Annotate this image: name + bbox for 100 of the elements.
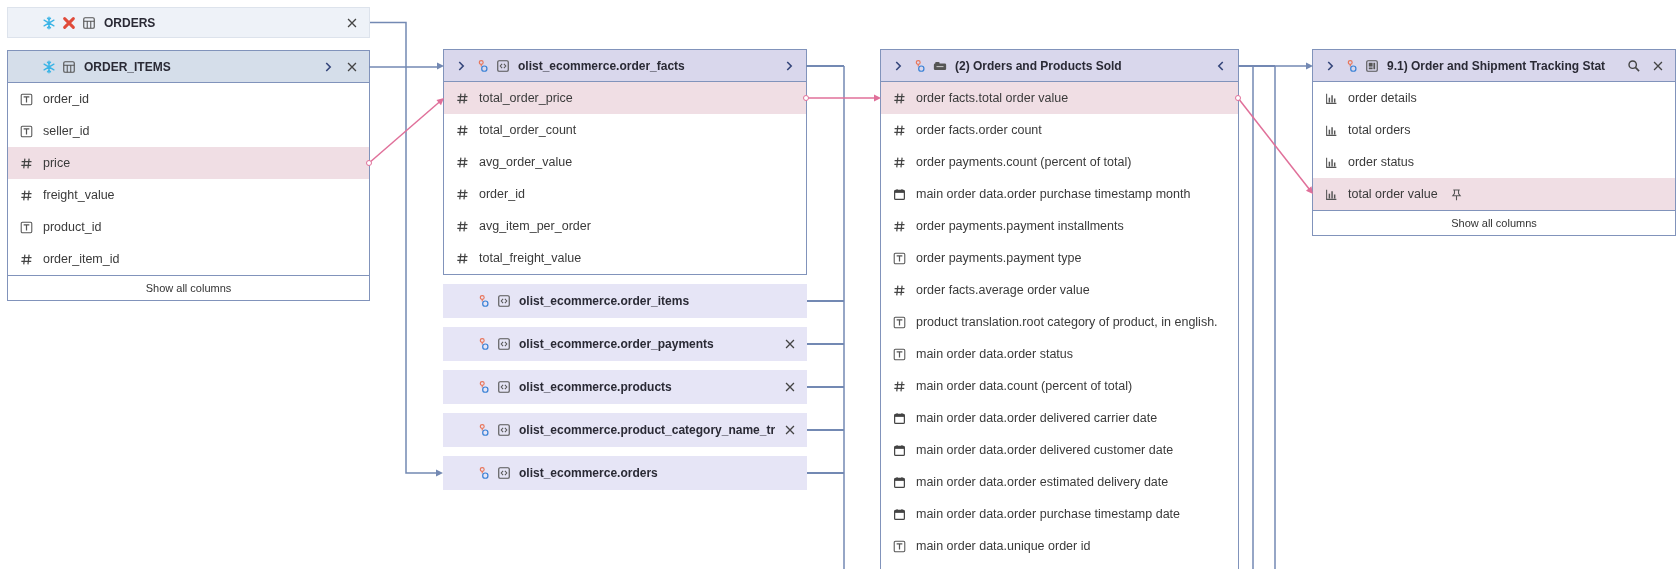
column-name: order facts.total order value	[916, 91, 1069, 105]
column-name: freight_value	[43, 188, 115, 202]
column-name: order status	[1348, 155, 1414, 169]
node-header[interactable]: 9.1) Order and Shipment Tracking Stat	[1313, 50, 1675, 82]
number-type-icon	[456, 91, 469, 105]
number-type-icon	[20, 252, 33, 266]
nodes-icon	[1345, 58, 1359, 73]
column-row[interactable]: order payments.payment installments	[881, 210, 1238, 242]
column-name: main order data.order purchase timestamp date	[916, 507, 1181, 521]
column-name: order_id	[479, 187, 525, 201]
column-name: main order data.order purchase timestamp month	[916, 187, 1191, 201]
node-title: olist_ecommerce.product_category_name_tr	[519, 423, 775, 437]
column-row[interactable]: total_order_count	[444, 114, 806, 146]
code-icon	[497, 466, 511, 480]
column-row[interactable]: total orders	[1313, 114, 1675, 146]
column-name: order payments.payment installments	[916, 219, 1124, 233]
column-row[interactable]: product_id	[8, 211, 369, 243]
node-title: olist_ecommerce.order_facts	[518, 58, 686, 73]
number-type-icon	[893, 219, 906, 233]
column-name: avg_item_per_order	[479, 219, 591, 233]
bar-chart-icon	[1325, 91, 1338, 105]
column-row[interactable]: product translation.root category of product, in english.	[881, 306, 1238, 338]
node-header[interactable]: olist_ecommerce.products	[443, 370, 807, 404]
column-name: total_order_price	[479, 91, 573, 105]
column-row[interactable]: order payments.count (percent of total)	[881, 146, 1238, 178]
column-row[interactable]: main order data.order purchase timestamp date	[881, 498, 1238, 530]
column-row[interactable]: order facts.average order value	[881, 274, 1238, 306]
calendar-icon	[893, 475, 906, 489]
node-header[interactable]: ORDERS	[7, 7, 370, 38]
column-row[interactable]: main order data.order delivered customer date	[881, 434, 1238, 466]
column-row[interactable]: main order data.order estimated delivery date	[881, 466, 1238, 498]
nodes-icon	[477, 294, 491, 308]
column-row[interactable]: main order data.count (percent of total)	[881, 370, 1238, 402]
node-header[interactable]: olist_ecommerce.order_facts	[444, 50, 806, 82]
column-row[interactable]: order payments.payment type	[881, 242, 1238, 274]
column-row[interactable]: order_id	[8, 83, 369, 115]
column-row[interactable]: total order value	[1313, 178, 1675, 210]
column-name: main order data.order estimated delivery date	[916, 475, 1169, 489]
text-type-icon	[893, 539, 906, 553]
column-row[interactable]: seller_id	[8, 115, 369, 147]
code-icon	[497, 423, 511, 437]
column-row[interactable]: order facts.order count	[881, 114, 1238, 146]
column-name: main order data.count (percent of total)	[916, 379, 1133, 393]
column-name: main order data.unique order id	[916, 539, 1091, 553]
table-icon	[82, 15, 96, 30]
column-row[interactable]: main order data.order status	[881, 338, 1238, 370]
code-icon	[497, 380, 511, 394]
number-type-icon	[893, 283, 906, 297]
column-row[interactable]: main order data.unique order id	[881, 530, 1238, 562]
calendar-icon	[893, 507, 906, 521]
node-header[interactable]: olist_ecommerce.product_category_name_tr	[443, 413, 807, 447]
column-row[interactable]: avg_item_per_order	[444, 210, 806, 242]
column-row[interactable]: order_item_id	[8, 243, 369, 275]
close-icon	[783, 423, 797, 437]
column-row[interactable]: order facts.total order value	[881, 82, 1238, 114]
column-name: total order value	[1348, 187, 1438, 201]
column-row[interactable]: total_freight_value	[444, 242, 806, 274]
number-type-icon	[456, 219, 469, 233]
column-row[interactable]: order status	[1313, 146, 1675, 178]
number-type-icon	[893, 91, 906, 105]
text-type-icon	[893, 347, 906, 361]
search-icon	[1627, 58, 1641, 73]
number-type-icon	[20, 188, 33, 202]
number-type-icon	[456, 187, 469, 201]
column-name: main order data.order status	[916, 347, 1074, 361]
number-type-icon	[893, 155, 906, 169]
text-type-icon	[20, 92, 33, 106]
nodes-icon	[477, 337, 491, 351]
column-name: price	[43, 156, 71, 170]
column-row[interactable]: avg_order_value	[444, 146, 806, 178]
column-row[interactable]: total_order_price	[444, 82, 806, 114]
nodes-icon	[477, 380, 491, 394]
column-row[interactable]: freight_value	[8, 179, 369, 211]
column-row[interactable]: order_id	[444, 178, 806, 210]
text-type-icon	[893, 251, 906, 265]
column-name: main order data.order delivered carrier date	[916, 411, 1158, 425]
node-title: 9.1) Order and Shipment Tracking Stat	[1387, 58, 1607, 73]
column-row[interactable]: order details	[1313, 82, 1675, 114]
node-header[interactable]: olist_ecommerce.order_items	[443, 284, 807, 318]
nodes-icon	[913, 58, 927, 73]
node-header[interactable]: olist_ecommerce.orders	[443, 456, 807, 490]
number-type-icon	[893, 379, 906, 393]
calendar-icon	[893, 443, 906, 457]
calendar-icon	[893, 187, 906, 201]
node-title: olist_ecommerce.order_payments	[519, 337, 715, 351]
node-header[interactable]: olist_ecommerce.order_payments	[443, 327, 807, 361]
column-row[interactable]: price	[8, 147, 369, 179]
bar-chart-icon	[1325, 123, 1338, 137]
column-name: order facts.average order value	[916, 283, 1090, 297]
snowflake-icon	[42, 59, 56, 74]
column-name: seller_id	[43, 124, 90, 138]
column-row[interactable]: main order data.order delivered carrier date	[881, 402, 1238, 434]
text-type-icon	[20, 124, 33, 138]
calendar-icon	[893, 411, 906, 425]
number-type-icon	[456, 123, 469, 137]
table-icon	[62, 59, 76, 74]
node-header[interactable]: (2) Orders and Products Sold	[881, 50, 1238, 82]
node-header[interactable]: ORDER_ITEMS	[8, 51, 369, 83]
column-row[interactable]: main order data.order purchase timestamp month	[881, 178, 1238, 210]
close-icon	[783, 380, 797, 394]
